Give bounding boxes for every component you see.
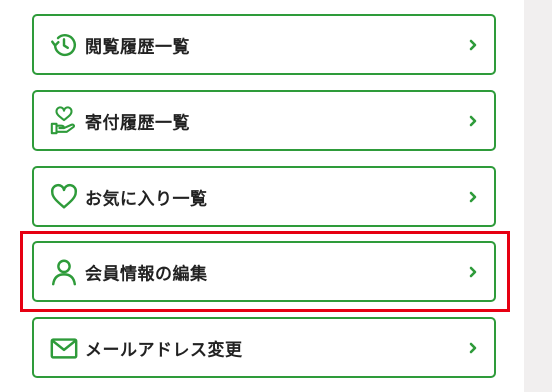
history-icon (48, 29, 80, 61)
donation-heart-hand-icon (48, 105, 80, 137)
chevron-right-icon (468, 38, 478, 52)
menu-item-change-email[interactable]: メールアドレス変更 (32, 317, 496, 378)
menu-item-browsing-history[interactable]: 閲覧履歴一覧 (32, 14, 496, 75)
menu-item-label: メールアドレス変更 (85, 340, 243, 360)
menu-item-favorites[interactable]: お気に入り一覧 (32, 166, 496, 227)
mail-icon (48, 332, 80, 364)
menu-item-edit-member-info[interactable]: 会員情報の編集 (32, 241, 496, 302)
menu-item-label: 寄付履歴一覧 (85, 113, 190, 133)
menu-item-label: お気に入り一覧 (85, 189, 208, 209)
heart-icon (48, 181, 80, 213)
chevron-right-icon (468, 190, 478, 204)
menu-item-donation-history[interactable]: 寄付履歴一覧 (32, 90, 496, 151)
menu-item-label: 会員情報の編集 (85, 264, 208, 284)
chevron-right-icon (468, 341, 478, 355)
chevron-right-icon (468, 114, 478, 128)
user-icon (48, 256, 80, 288)
page-right-gutter (524, 0, 552, 392)
menu-item-label: 閲覧履歴一覧 (85, 37, 190, 57)
chevron-right-icon (468, 265, 478, 279)
